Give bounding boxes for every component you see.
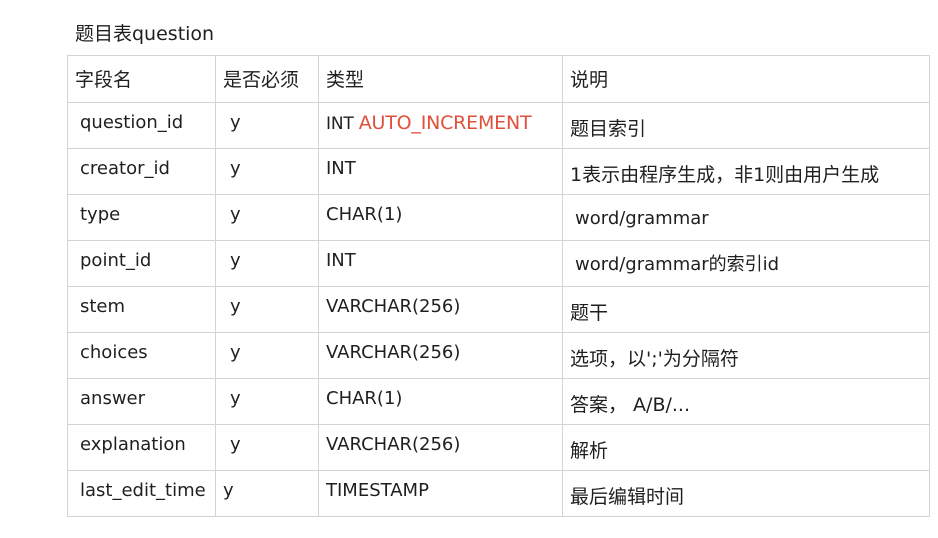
type-value: INT <box>326 114 354 134</box>
auto-increment-label: AUTO_INCREMENT <box>358 112 532 134</box>
table-header-row: 字段名 是否必须 类型 说明 <box>67 55 930 103</box>
header-cell-field: 字段名 <box>67 55 216 103</box>
required-cell: y <box>215 424 319 471</box>
description-cell: 解析 <box>562 424 930 471</box>
field-name-cell: question_id <box>67 102 216 149</box>
type-cell: CHAR(1) <box>318 194 563 241</box>
field-name-cell: explanation <box>67 424 216 471</box>
description-cell: 1表示由程序生成，非1则由用户生成 <box>562 148 930 195</box>
question-schema-table: 字段名 是否必须 类型 说明 question_id y INT AUTO_IN… <box>67 55 930 517</box>
header-cell-required: 是否必须 <box>215 55 319 103</box>
table-row: type y CHAR(1) word/grammar <box>67 194 930 241</box>
description-cell: word/grammar的索引id <box>562 240 930 287</box>
description-cell: 选项，以';'为分隔符 <box>562 332 930 379</box>
required-cell: y <box>215 102 319 149</box>
type-cell: INT <box>318 148 563 195</box>
field-name-cell: point_id <box>67 240 216 287</box>
table-row: question_id y INT AUTO_INCREMENT 题目索引 <box>67 102 930 149</box>
type-cell: VARCHAR(256) <box>318 332 563 379</box>
field-name-cell: answer <box>67 378 216 425</box>
table-row: point_id y INT word/grammar的索引id <box>67 240 930 287</box>
required-cell: y <box>215 194 319 241</box>
description-cell: 题干 <box>562 286 930 333</box>
required-cell: y <box>215 378 319 425</box>
required-cell: y <box>215 240 319 287</box>
field-name-cell: last_edit_time <box>67 470 216 517</box>
field-name-cell: type <box>67 194 216 241</box>
table-row: choices y VARCHAR(256) 选项，以';'为分隔符 <box>67 332 930 379</box>
header-cell-type: 类型 <box>318 55 563 103</box>
description-cell: 最后编辑时间 <box>562 470 930 517</box>
required-cell: y <box>215 148 319 195</box>
description-cell: 题目索引 <box>562 102 930 149</box>
type-cell: TIMESTAMP <box>318 470 563 517</box>
table-row: last_edit_time y TIMESTAMP 最后编辑时间 <box>67 470 930 517</box>
type-cell: VARCHAR(256) <box>318 424 563 471</box>
type-cell: VARCHAR(256) <box>318 286 563 333</box>
table-row: answer y CHAR(1) 答案， A/B/... <box>67 378 930 425</box>
type-cell: INT AUTO_INCREMENT <box>318 102 563 149</box>
description-cell: 答案， A/B/... <box>562 378 930 425</box>
field-name-cell: stem <box>67 286 216 333</box>
required-cell: y <box>215 332 319 379</box>
required-cell: y <box>215 286 319 333</box>
table-title: 题目表question <box>75 23 215 45</box>
required-cell: y <box>215 470 319 517</box>
type-cell: CHAR(1) <box>318 378 563 425</box>
type-cell: INT <box>318 240 563 287</box>
table-row: stem y VARCHAR(256) 题干 <box>67 286 930 333</box>
field-name-cell: choices <box>67 332 216 379</box>
description-cell: word/grammar <box>562 194 930 241</box>
table-row: explanation y VARCHAR(256) 解析 <box>67 424 930 471</box>
field-name-cell: creator_id <box>67 148 216 195</box>
table-row: creator_id y INT 1表示由程序生成，非1则由用户生成 <box>67 148 930 195</box>
header-cell-description: 说明 <box>562 55 930 103</box>
